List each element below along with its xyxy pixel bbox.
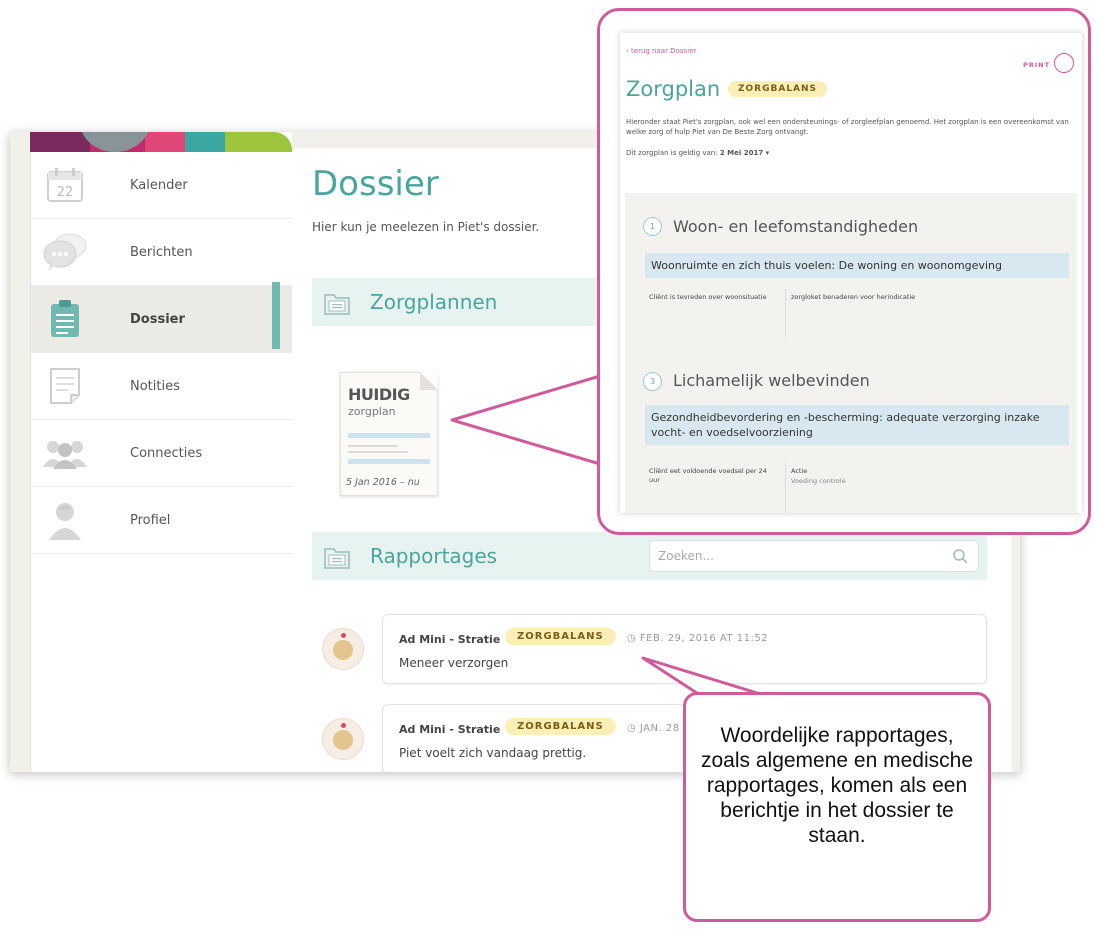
care-domain-bar: Gezondheidbevordering en -bescherming: a… — [645, 405, 1069, 445]
annotation-text: Woordelijke rapportages, zoals algemene … — [701, 724, 973, 847]
goal-text: Cliënt eet voldoende voedsel per 24 uur — [649, 467, 767, 484]
care-plan-title: Zorgplan — [626, 77, 721, 101]
care-plan-validity[interactable]: Dit zorgplan is geldig van: 2 Mei 2017 ▾ — [626, 149, 769, 157]
care-plan-sections: 1 Woon- en leefomstandigheden Woonruimte… — [625, 193, 1077, 513]
care-domain-bar: Woonruimte en zich thuis voelen: De woni… — [645, 253, 1069, 278]
goal-text: Cliënt is tevreden over woonsituatie — [649, 293, 767, 301]
care-plan-zoom-callout: ‹ terug naar Dossier PRINT Zorgplan ZORG… — [597, 8, 1091, 535]
print-icon[interactable] — [1054, 53, 1074, 73]
section-title: Woon- en leefomstandigheden — [673, 217, 919, 236]
annotation-speech-bubble: Woordelijke rapportages, zoals algemene … — [683, 692, 991, 922]
zorgbalans-badge: ZORGBALANS — [728, 81, 828, 97]
action-text: zorgloket benaderen voor herindicatie — [791, 293, 916, 301]
back-to-dossier-link[interactable]: ‹ terug naar Dossier — [626, 47, 696, 55]
care-plan-detail: ‹ terug naar Dossier PRINT Zorgplan ZORG… — [620, 33, 1082, 513]
action-text: Voeding controle — [791, 477, 846, 485]
care-plan-description: Hieronder staat Piet's zorgplan, ook wel… — [626, 118, 1069, 136]
section-title: Lichamelijk welbevinden — [673, 371, 870, 390]
action-title: Actie — [791, 467, 808, 475]
print-button[interactable]: PRINT — [1023, 61, 1050, 69]
section-number: 1 — [643, 217, 662, 236]
section-number: 3 — [643, 372, 662, 391]
